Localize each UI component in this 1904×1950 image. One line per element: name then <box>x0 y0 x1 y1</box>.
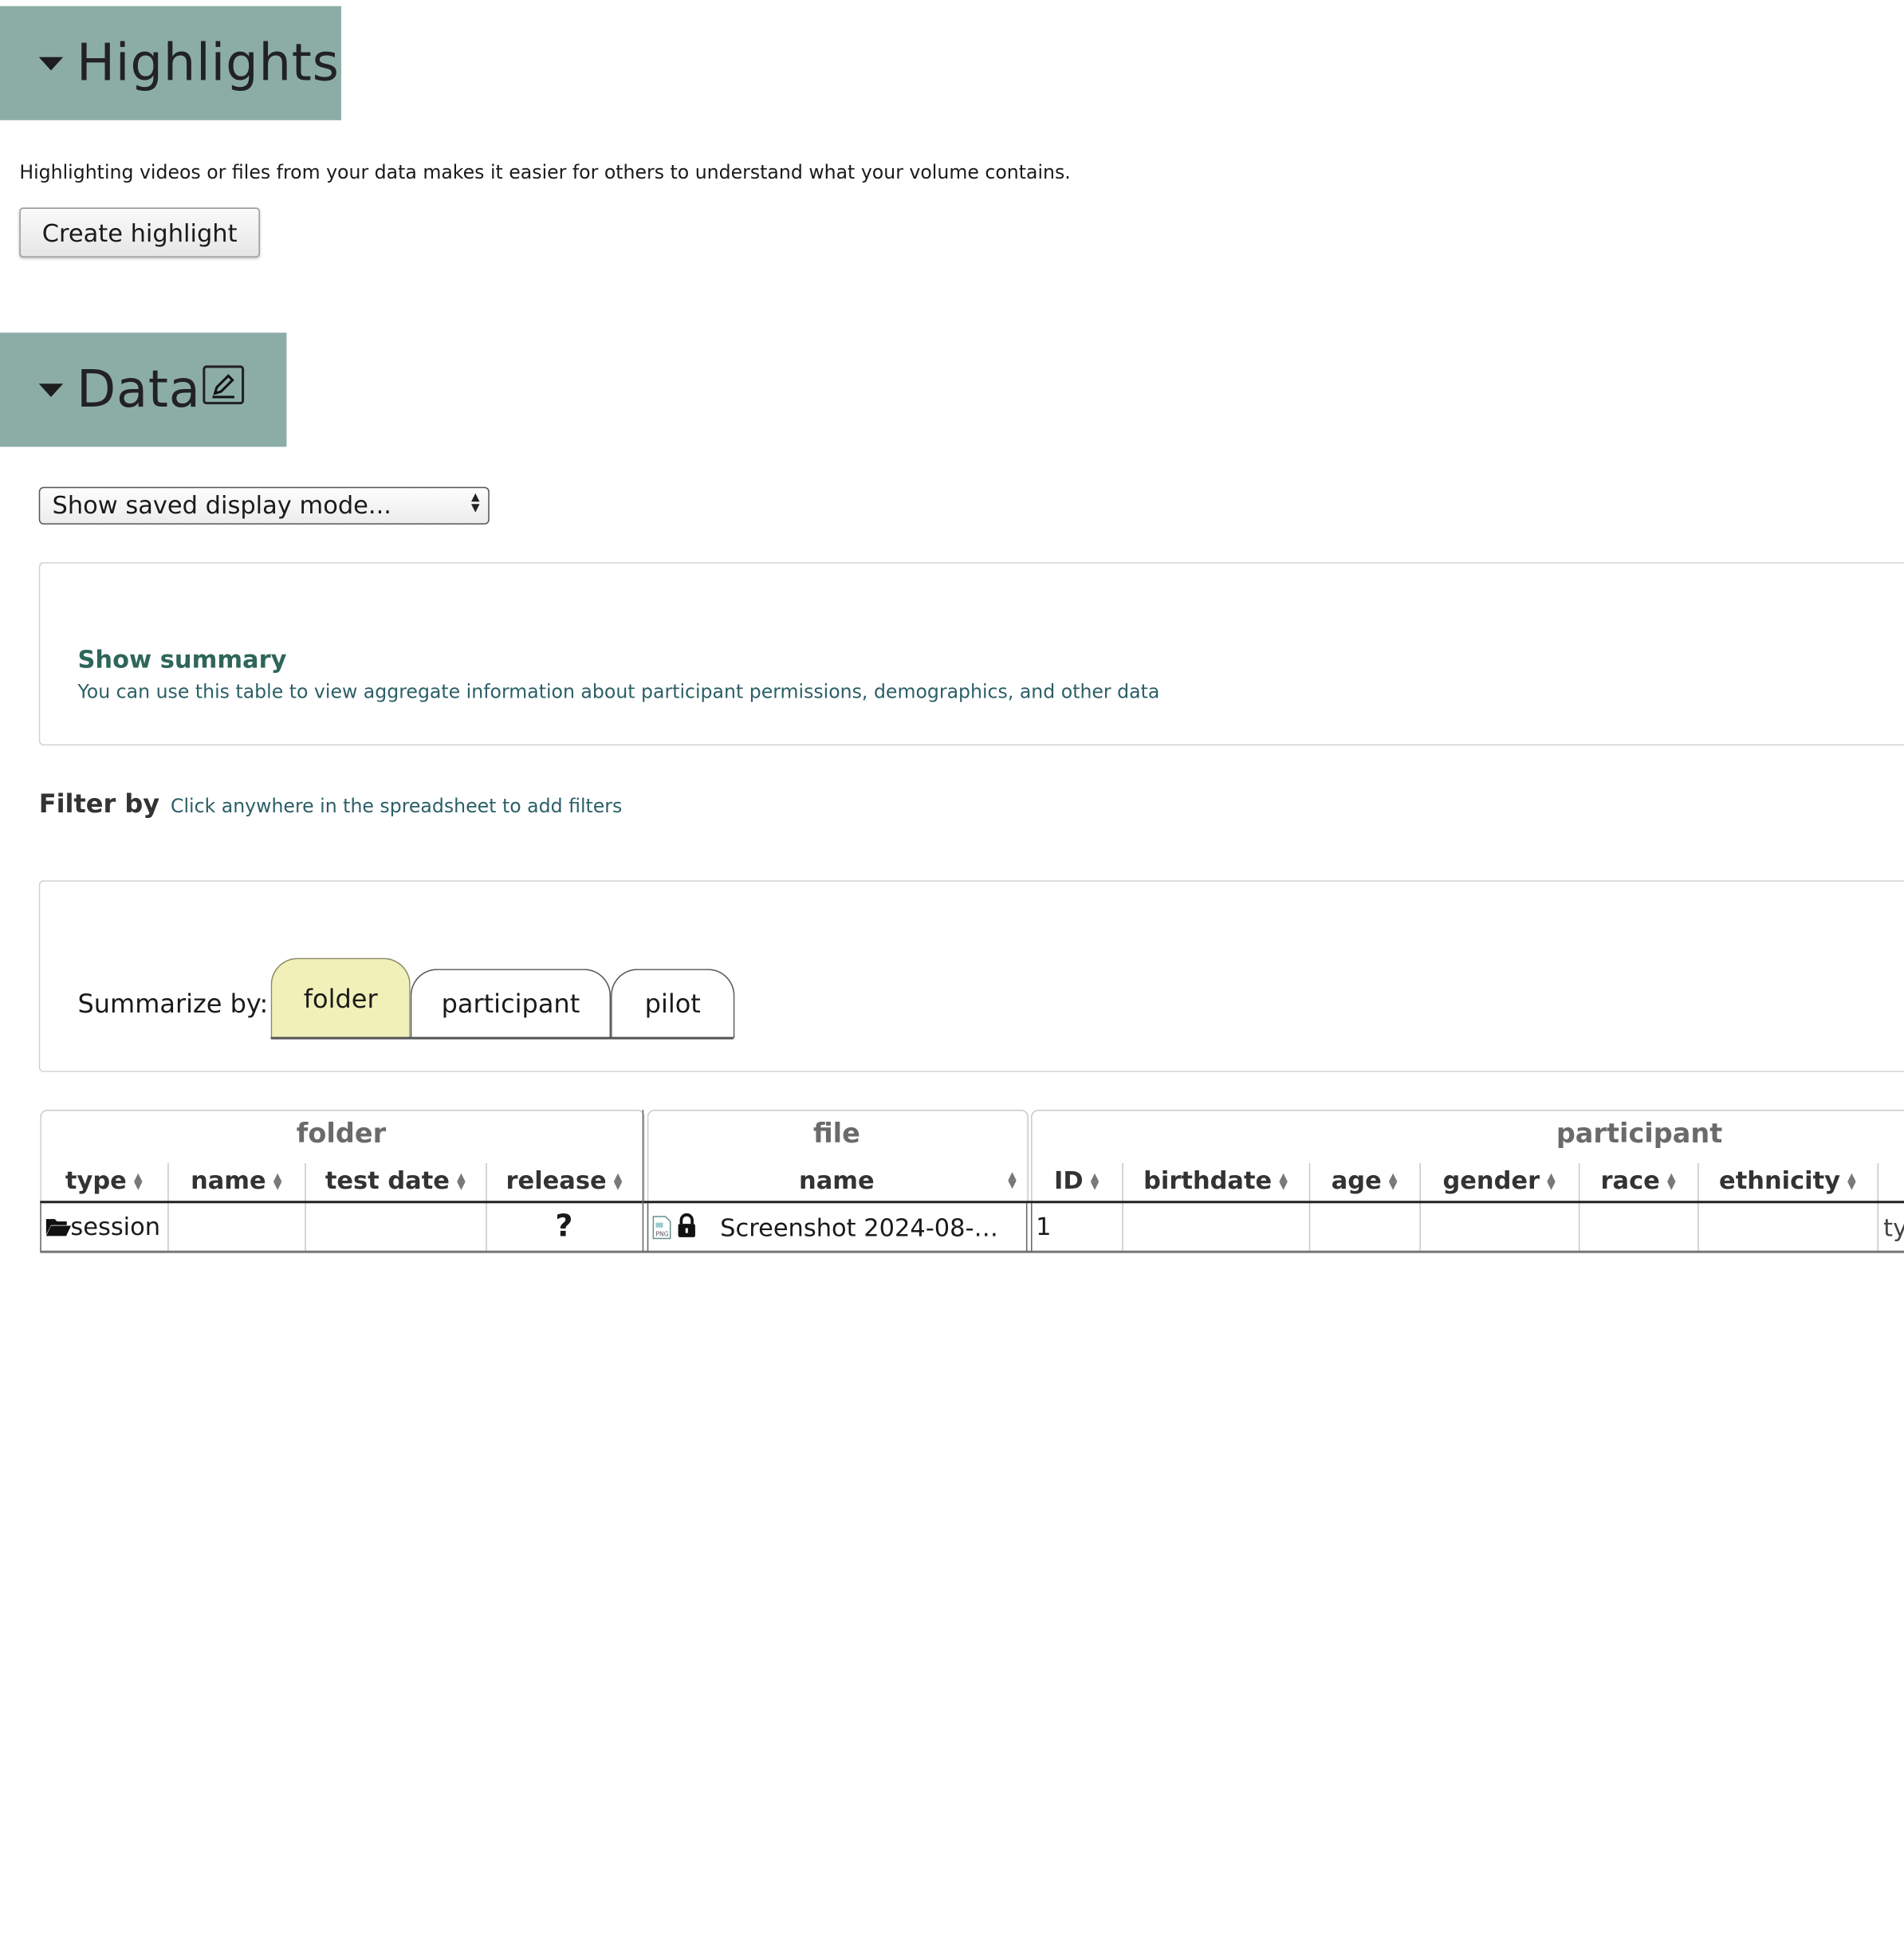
column-header-gender[interactable]: gender ▲ ▼ <box>1419 1166 1579 1195</box>
sort-icon[interactable]: ▲ ▼ <box>1389 1172 1398 1191</box>
png-file-icon: PNG <box>652 1216 671 1245</box>
sort-icon[interactable]: ▲ ▼ <box>1279 1172 1288 1191</box>
sort-icon[interactable]: ▲ ▼ <box>1547 1172 1556 1191</box>
row-file-name[interactable]: Screenshot 2024-08-… <box>720 1213 998 1242</box>
column-header-ethnicity[interactable]: ethnicity ▲ ▼ <box>1697 1166 1877 1195</box>
svg-text:PNG: PNG <box>655 1230 668 1237</box>
group-label-folder: folder <box>296 1119 387 1150</box>
group-label-participant: participant <box>1556 1119 1723 1150</box>
column-header-release[interactable]: release ▲ ▼ <box>486 1166 642 1195</box>
sort-icon[interactable]: ▲ ▼ <box>134 1172 143 1191</box>
column-header-file-name[interactable]: name ▲ ▼ <box>647 1166 1026 1195</box>
sort-icon[interactable]: ▲ ▼ <box>1847 1172 1856 1191</box>
sort-icon[interactable]: ▲ ▼ <box>1091 1172 1100 1191</box>
column-header-age[interactable]: age ▲ ▼ <box>1309 1166 1420 1195</box>
row-type: session <box>70 1211 161 1241</box>
sort-icon[interactable]: ▲ ▼ <box>457 1172 466 1191</box>
sort-icon[interactable]: ▲ ▼ <box>1008 1171 1017 1190</box>
column-header-birthdate[interactable]: birthdate ▲ ▼ <box>1122 1166 1309 1195</box>
column-header-type[interactable]: type ▲ ▼ <box>40 1166 167 1195</box>
sort-icon[interactable]: ▲ ▼ <box>1667 1172 1676 1191</box>
row-rule <box>40 1250 1904 1253</box>
column-header-race[interactable]: race ▲ ▼ <box>1579 1166 1697 1195</box>
row-overflow-cell[interactable]: ty <box>1883 1213 1904 1242</box>
row-release[interactable]: ? <box>486 1208 642 1243</box>
lock-icon <box>676 1213 697 1243</box>
sort-icon[interactable]: ▲ ▼ <box>273 1172 282 1191</box>
group-label-file: file <box>812 1119 860 1150</box>
column-header-folder-name[interactable]: name ▲ ▼ <box>167 1166 305 1195</box>
folder-icon <box>45 1217 72 1242</box>
sort-icon[interactable]: ▲ ▼ <box>614 1172 623 1191</box>
column-header-id[interactable]: ID ▲ ▼ <box>1031 1166 1122 1195</box>
column-header-test-date[interactable]: test date ▲ ▼ <box>305 1166 486 1195</box>
row-id[interactable]: 1 <box>1036 1212 1051 1241</box>
spreadsheet: folder file participant type ▲ ▼ name ▲ ▼ te… <box>0 0 1904 1263</box>
